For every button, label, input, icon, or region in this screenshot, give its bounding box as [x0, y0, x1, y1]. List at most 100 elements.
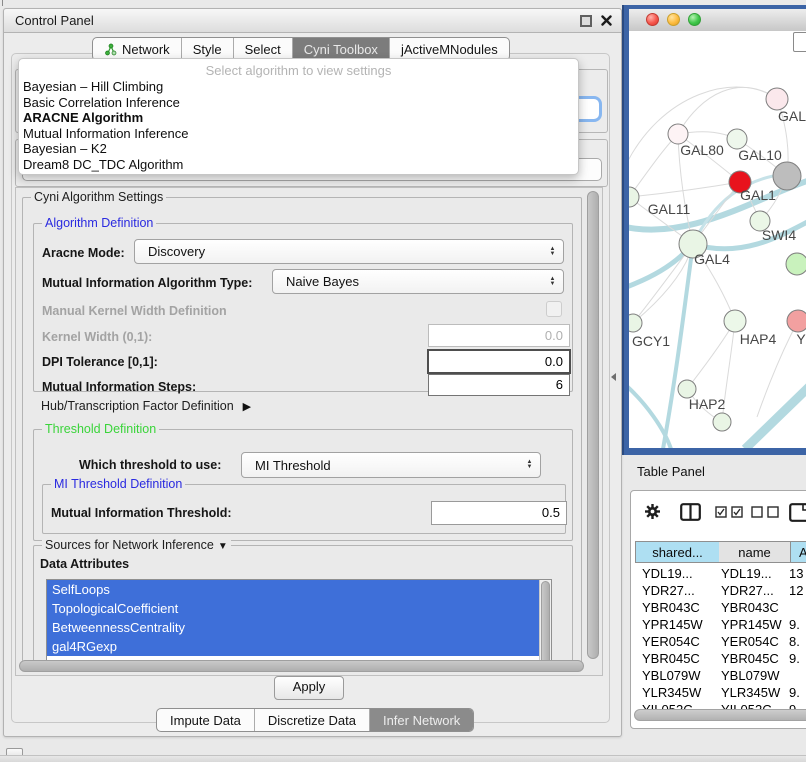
table-row[interactable]: YBL079WYBL079W	[635, 667, 806, 684]
cell: YLR345W	[642, 684, 701, 701]
close-panel-icon[interactable]	[601, 15, 612, 26]
canvas-overlay-box	[793, 32, 806, 52]
mi-type-value: Naive Bayes	[273, 274, 546, 289]
panel-resize-arrow[interactable]	[611, 373, 616, 381]
table-row[interactable]: YDL19...YDL19...13	[635, 565, 806, 582]
algorithm-option-3[interactable]: Mutual Information Inference	[19, 126, 578, 142]
algorithm-definition-group: Algorithm Definition Aracne Mode: Discov…	[33, 223, 573, 392]
which-threshold-combobox[interactable]: MI Threshold ▲▼	[241, 452, 541, 478]
manual-kernel-label: Manual Kernel Width Definition	[42, 304, 227, 318]
tab-network[interactable]: Network	[93, 38, 181, 60]
mi-steps-label: Mutual Information Steps:	[42, 380, 196, 394]
network-canvas[interactable]: GALGAL80GAL10GAL1GAL11SWI4GAL4GCY1HAP4YH…	[629, 31, 806, 448]
table-horizontal-scrollbar[interactable]	[634, 709, 806, 721]
network-node[interactable]	[629, 187, 639, 207]
network-node[interactable]	[713, 413, 731, 431]
hub-definition-toggle[interactable]: Hub/Transcription Factor Definition▶	[41, 399, 251, 413]
table-row[interactable]: YBR045CYBR045C9.	[635, 650, 806, 667]
cell: 13	[789, 565, 803, 582]
select-all-checkboxes-icon[interactable]	[715, 506, 744, 518]
zoom-window-icon[interactable]	[688, 13, 701, 26]
mi-type-combobox[interactable]: Naive Bayes ▲▼	[272, 269, 564, 294]
network-node[interactable]	[766, 88, 788, 110]
cell: 8.	[789, 633, 800, 650]
network-node[interactable]	[727, 129, 747, 149]
column-header-partial[interactable]: A	[790, 541, 806, 563]
algorithm-option-0[interactable]: Bayesian – Hill Climbing	[19, 79, 578, 95]
cell: 9.	[789, 684, 800, 701]
network-node[interactable]	[724, 310, 746, 332]
mi-threshold-field[interactable]: 0.5	[431, 501, 567, 525]
settings-scroll-area: Cyni Algorithm Settings Algorithm Defini…	[15, 187, 603, 676]
tab-jactivemnodules[interactable]: jActiveMNodules	[389, 38, 509, 60]
data-attributes-label: Data Attributes	[40, 557, 129, 571]
split-columns-icon[interactable]	[680, 503, 701, 521]
table-row[interactable]: YLR345WYLR345W9.	[635, 684, 806, 701]
list-item[interactable]: gal4RGexp	[47, 637, 539, 656]
kernel-width-field[interactable]: 0.0	[428, 324, 570, 347]
list-item[interactable]: SelfLoops	[47, 580, 539, 599]
table-row[interactable]: YDR27...YDR27...12	[635, 582, 806, 599]
apply-button[interactable]: Apply	[274, 676, 344, 700]
tab-impute-data[interactable]: Impute Data	[157, 709, 254, 731]
network-node[interactable]	[668, 124, 688, 144]
table-row[interactable]: YBR043CYBR043C	[635, 599, 806, 616]
sources-group-title: Sources for Network Inference▼	[42, 538, 231, 552]
cell: YDR27...	[721, 582, 774, 599]
float-window-icon[interactable]	[580, 15, 592, 27]
combo-down-icon: ▼	[550, 252, 556, 257]
list-item[interactable]: TopologicalCoefficient	[47, 599, 539, 618]
table-row[interactable]: YER054CYER054C8.	[635, 633, 806, 650]
aracne-mode-combobox[interactable]: Discovery ▲▼	[134, 239, 564, 264]
column-header-name[interactable]: name	[719, 541, 791, 563]
network-node-label: HAP4	[740, 331, 777, 347]
corner-tick	[2, 0, 3, 6]
unselect-all-checkboxes-icon[interactable]	[751, 506, 780, 518]
tab-select-label: Select	[245, 42, 281, 57]
manual-kernel-checkbox[interactable]	[546, 301, 562, 317]
network-node[interactable]	[786, 253, 806, 275]
algorithm-option-2-selected[interactable]: ARACNE Algorithm	[19, 110, 578, 126]
tab-discretize-data[interactable]: Discretize Data	[254, 709, 369, 731]
network-node-label: SWI4	[762, 227, 796, 243]
collapsed-arrow-icon[interactable]: ▶	[243, 401, 251, 413]
network-edge	[745, 383, 806, 448]
cell: YBL079W	[721, 667, 780, 684]
control-panel-title: Control Panel	[15, 13, 94, 28]
network-edge	[678, 87, 777, 134]
tab-style[interactable]: Style	[181, 38, 233, 60]
algorithm-option-1[interactable]: Basic Correlation Inference	[19, 95, 578, 111]
network-node[interactable]	[787, 310, 806, 332]
minimize-window-icon[interactable]	[667, 13, 680, 26]
list-scrollbar[interactable]	[539, 580, 551, 666]
expanded-arrow-icon[interactable]: ▼	[218, 541, 228, 552]
document-icon[interactable]	[789, 503, 806, 522]
tab-infer-network[interactable]: Infer Network	[369, 709, 473, 731]
network-node-label: GAL80	[680, 142, 724, 158]
tab-cyni-toolbox[interactable]: Cyni Toolbox	[292, 38, 389, 60]
table-row[interactable]: YPR145WYPR145W9.	[635, 616, 806, 633]
network-node[interactable]	[773, 162, 801, 190]
network-node[interactable]	[629, 314, 642, 332]
network-node-label: GAL	[778, 108, 806, 124]
algorithm-dropdown-list: Select algorithm to view settings Bayesi…	[18, 58, 579, 175]
settings-horizontal-scrollbar[interactable]	[19, 660, 584, 672]
cell: YPR145W	[642, 616, 703, 633]
tab-infer-network-label: Infer Network	[383, 713, 460, 728]
mi-steps-field[interactable]: 6	[428, 374, 570, 396]
kernel-width-value: 0.0	[545, 328, 563, 343]
mi-type-label: Mutual Information Algorithm Type:	[42, 276, 252, 290]
tab-select[interactable]: Select	[233, 38, 292, 60]
combo-down-icon: ▼	[550, 282, 556, 287]
algorithm-option-4[interactable]: Bayesian – K2	[19, 141, 578, 157]
close-window-icon[interactable]	[646, 13, 659, 26]
column-header-shared[interactable]: shared...	[635, 541, 720, 563]
threshold-definition-title: Threshold Definition	[42, 422, 159, 436]
dpi-tolerance-field[interactable]: 0.0	[427, 349, 571, 374]
list-item[interactable]: BetweennessCentrality	[47, 618, 539, 637]
network-node-label: HAP2	[689, 396, 726, 412]
dpi-tolerance-label: DPI Tolerance [0,1]:	[42, 355, 158, 369]
algorithm-option-5[interactable]: Dream8 DC_TDC Algorithm	[19, 157, 578, 173]
settings-vertical-scrollbar[interactable]	[587, 191, 599, 659]
gear-icon[interactable]	[644, 503, 661, 520]
